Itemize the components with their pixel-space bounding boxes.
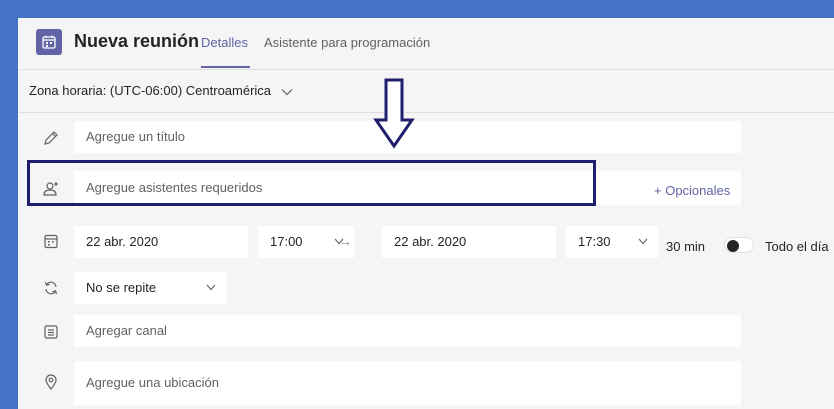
- chevron-down-icon: [281, 88, 293, 95]
- timezone-row: Zona horaria: (UTC-06:00) Centroamérica: [18, 70, 834, 113]
- active-tab-indicator: [201, 66, 250, 68]
- timezone-dropdown[interactable]: Zona horaria: (UTC-06:00) Centroamérica: [29, 83, 293, 98]
- calendar-icon: [44, 234, 58, 249]
- repeat-dropdown[interactable]: No se repite: [74, 272, 226, 304]
- chevron-down-icon: [206, 284, 216, 291]
- toggle-knob: [727, 240, 739, 252]
- arrow-right-icon: →: [338, 233, 352, 249]
- duration-label: 30 min: [666, 239, 706, 254]
- calendar-app-icon: [36, 29, 62, 55]
- all-day-toggle[interactable]: [724, 237, 754, 253]
- attendees-highlight-box: [27, 160, 596, 206]
- down-arrow-annotation: [373, 78, 415, 149]
- channel-icon: [44, 325, 58, 339]
- header: Nueva reunión Detalles Asistente para pr…: [18, 18, 834, 70]
- timezone-label: Zona horaria: (UTC-06:00) Centroamérica: [29, 83, 272, 98]
- location-pin-icon: [45, 374, 57, 390]
- chevron-down-icon: [638, 238, 648, 245]
- page-title: Nueva reunión: [74, 31, 200, 51]
- pencil-icon: [44, 131, 58, 145]
- repeat-icon: [44, 281, 58, 295]
- tab-details[interactable]: Detalles: [201, 35, 248, 50]
- location-input[interactable]: Agregue una ubicación: [74, 361, 741, 405]
- repeat-value: No se repite: [86, 280, 157, 295]
- optional-attendees-link[interactable]: + Opcionales: [654, 183, 730, 198]
- start-date-picker[interactable]: 22 abr. 2020: [74, 226, 248, 258]
- start-time-value: 17:00: [270, 234, 303, 249]
- new-meeting-dialog: Nueva reunión Detalles Asistente para pr…: [18, 18, 834, 409]
- end-time-value: 17:30: [578, 234, 611, 249]
- end-date-picker[interactable]: 22 abr. 2020: [382, 226, 556, 258]
- tab-scheduling-assistant[interactable]: Asistente para programación: [264, 35, 430, 50]
- channel-input[interactable]: Agregar canal: [74, 315, 741, 347]
- all-day-label: Todo el día: [765, 239, 829, 254]
- end-time-dropdown[interactable]: 17:30: [566, 226, 658, 258]
